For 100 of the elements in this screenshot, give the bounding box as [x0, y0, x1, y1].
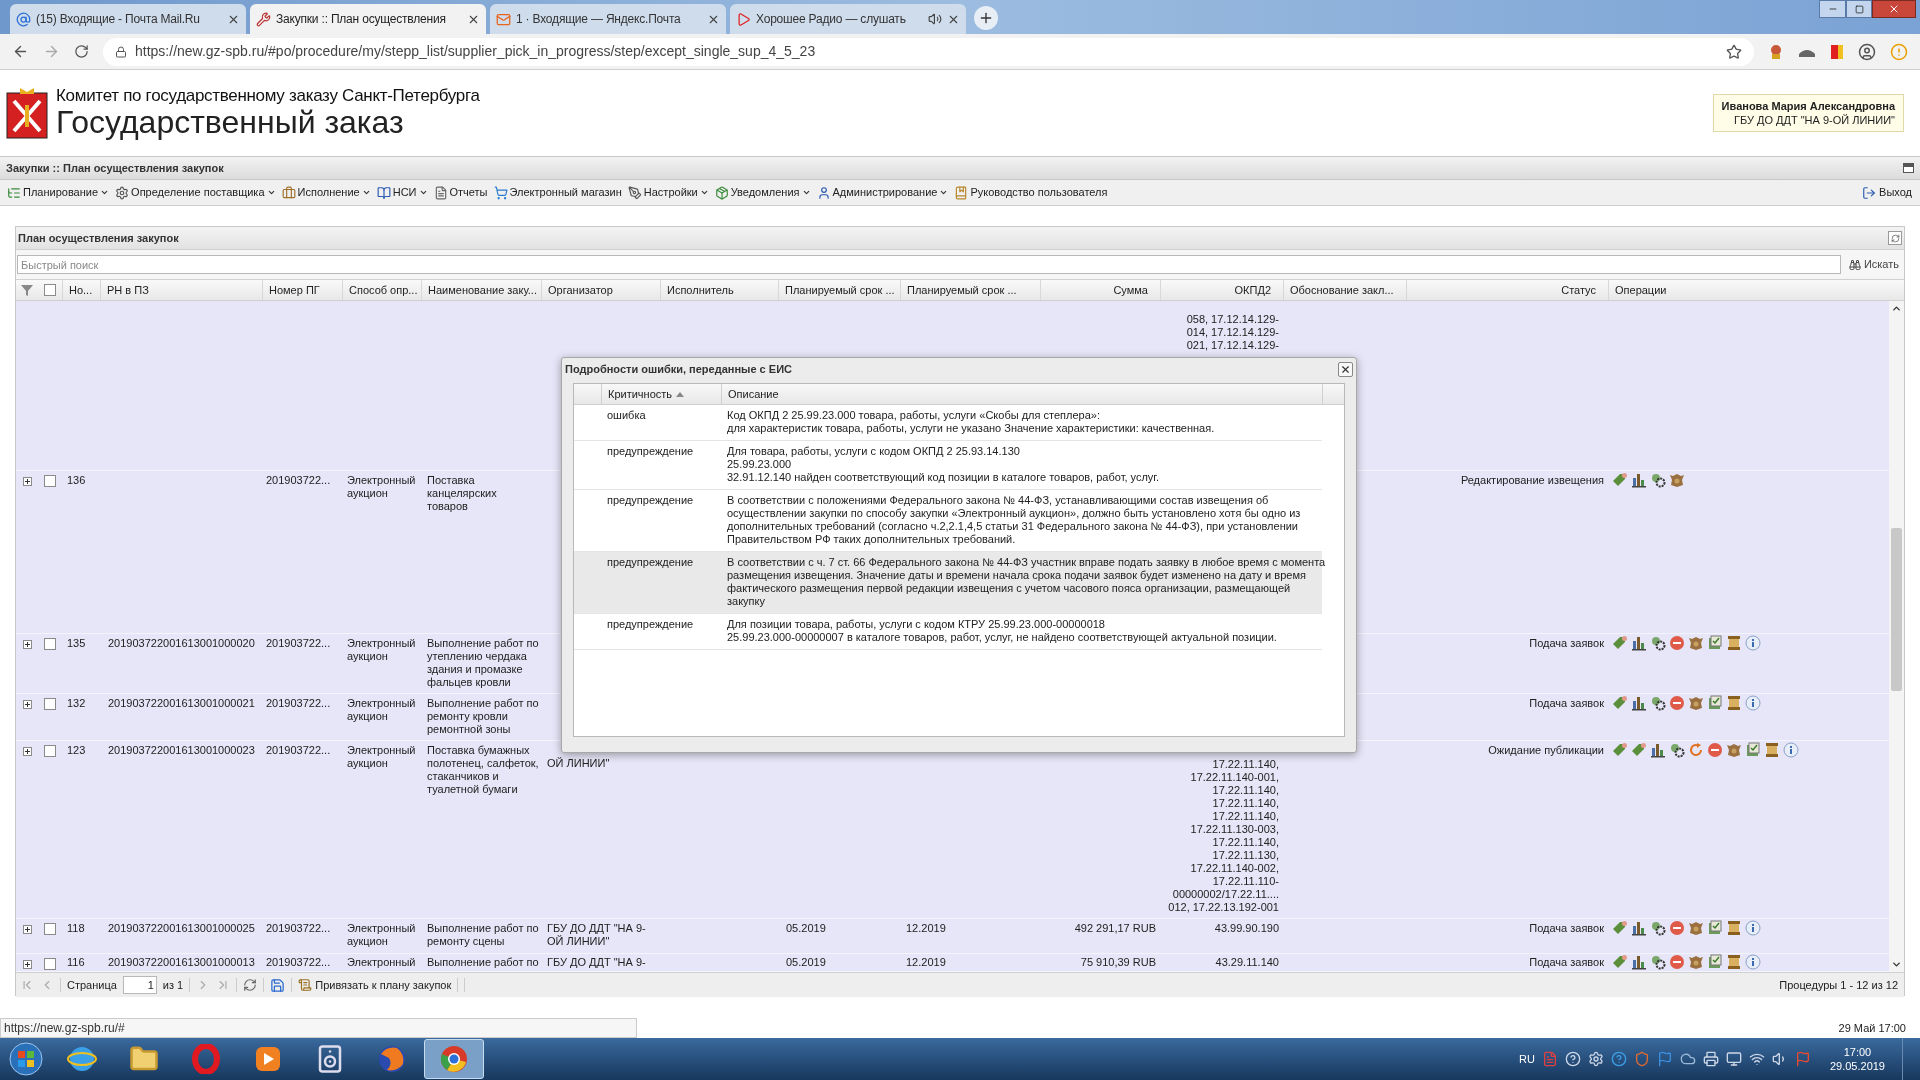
stop-icon[interactable] [1669, 920, 1685, 936]
restore-button[interactable] [1846, 0, 1872, 18]
column-header[interactable]: Критичность [601, 384, 721, 404]
column-header[interactable]: Обоснование закл... [1290, 281, 1394, 299]
menu-item[interactable]: Администрирование [813, 181, 952, 204]
cloud-icon[interactable] [1679, 1051, 1696, 1067]
emblem-icon[interactable] [1688, 635, 1704, 651]
column-header[interactable]: Планируемый срок ... [907, 281, 1017, 299]
help-icon[interactable] [1610, 1051, 1627, 1067]
menu-item[interactable]: Планирование [4, 181, 113, 204]
info-icon[interactable] [1745, 635, 1761, 651]
browser-tab[interactable]: (15) Входящие - Почта Mail.Ru [10, 4, 246, 34]
info-icon[interactable] [1745, 920, 1761, 936]
language-indicator[interactable]: RU [1519, 1050, 1535, 1068]
checkbox[interactable] [44, 698, 56, 710]
stop-icon[interactable] [1707, 742, 1723, 758]
column-header[interactable]: Исполнитель [667, 281, 734, 299]
column-header[interactable]: Но... [69, 281, 93, 299]
checkbox[interactable] [44, 475, 56, 487]
address-field[interactable]: https://new.gz-spb.ru/#po/procedure/my/stepp_list/supplier_pick_in_progress/step/except_single_sup_4_5_23 [103, 37, 1754, 66]
select-all-checkbox[interactable] [44, 284, 56, 296]
gear-icon[interactable] [1587, 1051, 1604, 1067]
bar-chart-icon[interactable] [1650, 742, 1666, 758]
bar-chart-icon[interactable] [1631, 695, 1647, 711]
emblem-icon[interactable] [1688, 695, 1704, 711]
emblem-icon[interactable] [1726, 742, 1742, 758]
scroll-icon[interactable] [1726, 954, 1742, 970]
search-button[interactable]: Искать [1844, 256, 1903, 273]
scroll-down-icon[interactable] [1891, 959, 1902, 970]
back-icon[interactable] [12, 43, 29, 60]
checkbox[interactable] [44, 958, 56, 970]
refresh-icon[interactable] [243, 978, 258, 992]
document-icon[interactable] [1745, 742, 1761, 758]
column-header[interactable]: Операции [1615, 281, 1667, 299]
browser-tab[interactable]: Закупки :: План осуществления [250, 4, 486, 34]
collapse-button[interactable] [1903, 163, 1914, 173]
scroll-up-icon[interactable] [1891, 303, 1902, 314]
menu-item[interactable]: Определение поставщика [112, 181, 279, 204]
bind-button[interactable]: Привязать к плану закупок [298, 976, 452, 994]
filter-icon[interactable] [20, 283, 34, 297]
checkbox[interactable] [44, 638, 56, 650]
tag-icon[interactable] [1612, 742, 1628, 758]
column-header[interactable]: РН в ПЗ [107, 281, 149, 299]
profile-icon[interactable] [1858, 42, 1876, 61]
document-icon[interactable] [1541, 1051, 1558, 1067]
info-icon[interactable] [1745, 695, 1761, 711]
column-header[interactable]: ОКПД2 [1234, 281, 1271, 299]
scroll-icon[interactable] [1726, 635, 1742, 651]
bar-chart-icon[interactable] [1631, 920, 1647, 936]
checkbox[interactable] [44, 923, 56, 935]
document-icon[interactable] [1707, 954, 1723, 970]
bar-chart-icon[interactable] [1631, 954, 1647, 970]
stop-icon[interactable] [1669, 635, 1685, 651]
stop-icon[interactable] [1669, 695, 1685, 711]
close-button[interactable] [1338, 361, 1353, 377]
menu-item[interactable]: Отчеты [430, 181, 491, 204]
flag-icon[interactable] [1794, 1051, 1811, 1067]
column-header[interactable]: Описание [721, 384, 1322, 404]
flag-icon[interactable] [1830, 43, 1844, 60]
column-header[interactable]: Наименование заку... [428, 281, 537, 299]
page-field[interactable]: 1 [122, 976, 157, 994]
scrollbar-thumb[interactable] [1891, 528, 1902, 691]
expand-icon[interactable] [22, 640, 32, 649]
scroll-icon[interactable] [1726, 695, 1742, 711]
document-icon[interactable] [1707, 635, 1723, 651]
scroll-icon[interactable] [1764, 742, 1780, 758]
refresh-button[interactable] [1888, 231, 1902, 245]
emblem-icon[interactable] [1669, 472, 1685, 488]
expand-icon[interactable] [22, 700, 32, 709]
new-tab-button[interactable] [974, 6, 998, 30]
expand-icon[interactable] [22, 747, 32, 756]
printer-icon[interactable] [1702, 1051, 1719, 1067]
checkbox[interactable] [44, 745, 56, 757]
column-header[interactable]: Сумма [1113, 281, 1148, 299]
expand-icon[interactable] [22, 477, 32, 486]
document-icon[interactable] [1707, 920, 1723, 936]
stop-icon[interactable] [1669, 954, 1685, 970]
browser-tab[interactable]: 1 · Входящие — Яндекс.Почта [490, 4, 726, 34]
shield-icon[interactable] [1633, 1051, 1650, 1067]
emblem-icon[interactable] [1688, 920, 1704, 936]
minimize-button[interactable] [1819, 0, 1846, 18]
bar-chart-icon[interactable] [1631, 635, 1647, 651]
scrollbar[interactable] [1889, 301, 1904, 972]
logout-button[interactable]: Выход [1858, 184, 1916, 201]
emblem-icon[interactable] [1688, 954, 1704, 970]
menu-item[interactable]: Уведомления [711, 181, 814, 204]
column-header[interactable]: Способ опр... [349, 281, 418, 299]
menu-item[interactable]: Исполнение [278, 181, 374, 204]
save-icon[interactable] [270, 977, 286, 993]
info-icon[interactable] [1783, 742, 1799, 758]
bar-chart-icon[interactable] [1631, 472, 1647, 488]
menu-item[interactable]: Настройки [624, 181, 712, 204]
column-header[interactable]: Организатор [548, 281, 613, 299]
browser-tab[interactable]: Хорошее Радио — слушать [730, 4, 966, 34]
menu-item[interactable]: НСИ [373, 181, 431, 204]
menu-item[interactable]: Руководство пользователя [951, 181, 1111, 204]
flag-icon[interactable] [1656, 1051, 1673, 1067]
info-icon[interactable] [1745, 954, 1761, 970]
scroll-icon[interactable] [1726, 920, 1742, 936]
column-header[interactable]: Планируемый срок ... [785, 281, 895, 299]
